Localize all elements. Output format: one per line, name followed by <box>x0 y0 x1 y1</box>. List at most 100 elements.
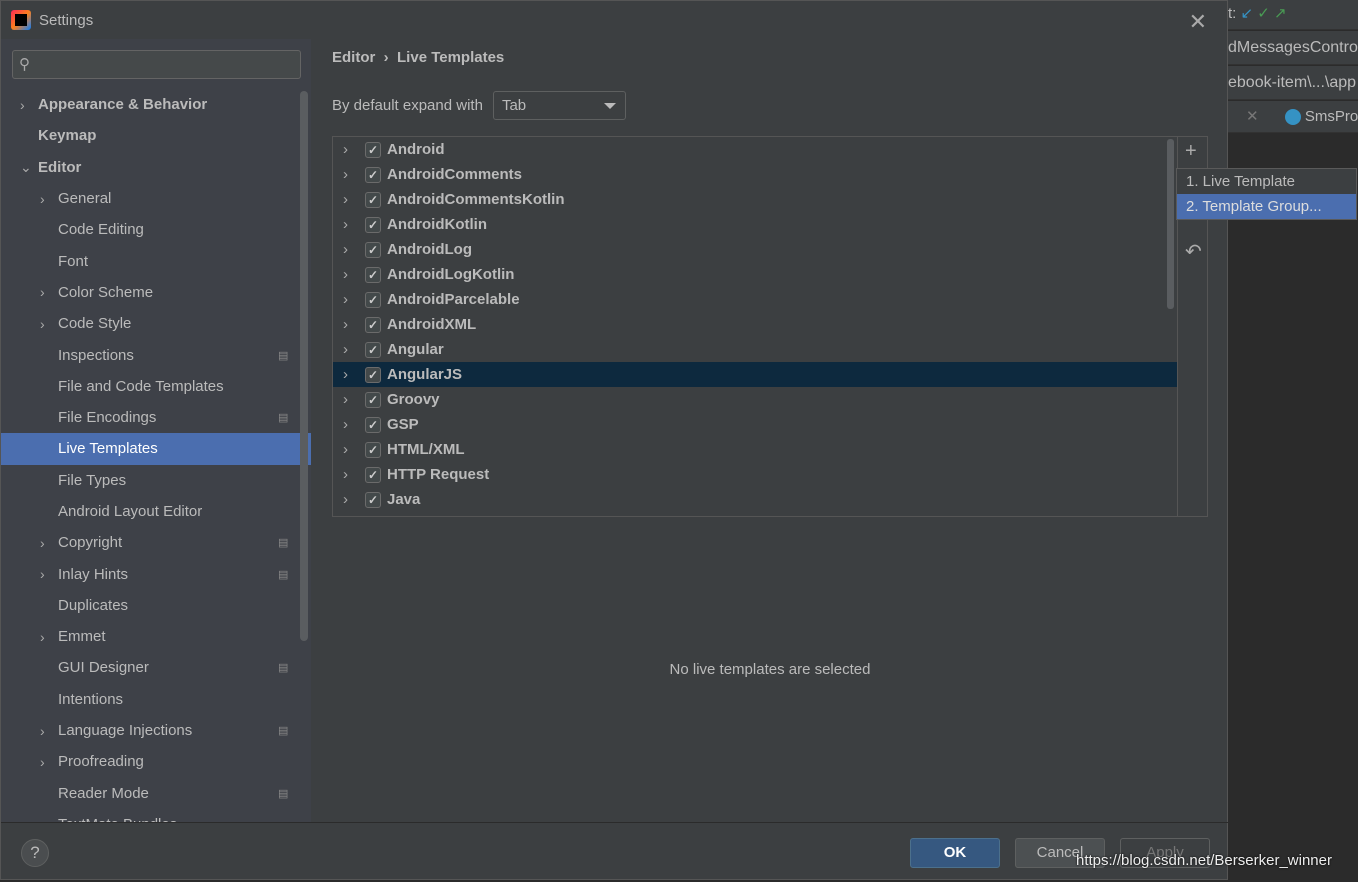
chevron-right-icon[interactable]: › <box>40 629 45 645</box>
sidebar-item[interactable]: Reader Mode ▤ <box>1 778 298 809</box>
template-group-row[interactable]: › ✓ AndroidParcelable <box>333 287 1178 312</box>
template-group-row[interactable]: › ✓ AndroidKotlin <box>333 212 1178 237</box>
chevron-right-icon[interactable]: › <box>40 723 45 739</box>
chevron-right-icon[interactable]: › <box>343 491 348 508</box>
help-button[interactable]: ? <box>21 839 49 867</box>
chevron-right-icon[interactable]: › <box>40 535 45 551</box>
group-checkbox[interactable]: ✓ <box>365 366 381 383</box>
add-icon[interactable]: + <box>1185 140 1197 163</box>
template-group-row[interactable]: › ✓ HTTP Request <box>333 462 1178 487</box>
expand-with-select[interactable]: Tab <box>492 91 626 120</box>
search-input[interactable]: ⚲ <box>12 50 301 79</box>
group-checkbox[interactable]: ✓ <box>365 191 381 208</box>
group-checkbox[interactable]: ✓ <box>365 341 381 358</box>
group-checkbox[interactable]: ✓ <box>365 266 381 283</box>
ok-button[interactable]: OK <box>910 838 1000 868</box>
chevron-right-icon[interactable]: › <box>343 216 348 233</box>
sidebar-item[interactable]: File Types <box>1 465 298 496</box>
group-checkbox[interactable]: ✓ <box>365 291 381 308</box>
sidebar-item[interactable]: File Encodings ▤ <box>1 402 298 433</box>
close-tab-icon[interactable]: ✕ <box>1246 108 1259 125</box>
sidebar-item[interactable]: Intentions <box>1 684 298 715</box>
group-checkbox[interactable]: ✓ <box>365 391 381 408</box>
push-icon[interactable]: ↗ <box>1274 5 1287 22</box>
chevron-right-icon[interactable]: › <box>343 141 348 158</box>
group-checkbox[interactable]: ✓ <box>365 166 381 183</box>
chevron-right-icon[interactable]: › <box>343 166 348 183</box>
chevron-right-icon[interactable]: › <box>40 566 45 582</box>
template-group-row[interactable]: › ✓ Android <box>333 137 1178 162</box>
chevron-right-icon[interactable]: › <box>343 341 348 358</box>
template-group-row[interactable]: › ✓ AndroidLogKotlin <box>333 262 1178 287</box>
template-group-row[interactable]: › ✓ AndroidXML <box>333 312 1178 337</box>
chevron-right-icon[interactable]: › <box>40 754 45 770</box>
group-checkbox[interactable]: ✓ <box>365 416 381 433</box>
template-group-row[interactable]: › ✓ HTML/XML <box>333 437 1178 462</box>
sidebar-item[interactable]: › Emmet <box>1 621 298 652</box>
template-group-row[interactable]: › ✓ Java <box>333 487 1178 512</box>
sidebar-item[interactable]: › Appearance & Behavior <box>1 89 298 120</box>
chevron-right-icon[interactable]: › <box>40 316 45 332</box>
sidebar-item[interactable]: › Language Injections ▤ <box>1 715 298 746</box>
breadcrumb-editor[interactable]: Editor <box>332 49 375 66</box>
template-group-row[interactable]: › ✓ AndroidComments <box>333 162 1178 187</box>
sidebar-item[interactable]: GUI Designer ▤ <box>1 652 298 683</box>
chevron-right-icon[interactable]: › <box>343 316 348 333</box>
chevron-right-icon[interactable]: › <box>343 416 348 433</box>
sidebar-item[interactable]: Font <box>1 245 298 276</box>
chevron-right-icon[interactable]: › <box>343 366 348 383</box>
sidebar-item[interactable]: Code Editing <box>1 214 298 245</box>
chevron-right-icon[interactable]: › <box>343 241 348 258</box>
group-checkbox[interactable]: ✓ <box>365 216 381 233</box>
template-group-row[interactable]: › ✓ AndroidCommentsKotlin <box>333 187 1178 212</box>
chevron-right-icon[interactable]: › <box>343 191 348 208</box>
group-checkbox[interactable]: ✓ <box>365 491 381 508</box>
chevron-right-icon[interactable]: › <box>343 466 348 483</box>
sidebar-item[interactable]: Inspections ▤ <box>1 339 298 370</box>
template-group-row[interactable]: › ✓ Angular <box>333 337 1178 362</box>
sidebar-item[interactable]: › Proofreading <box>1 746 298 777</box>
chevron-right-icon[interactable]: › <box>40 284 45 300</box>
sidebar-item[interactable]: › Inlay Hints ▤ <box>1 558 298 589</box>
sidebar-item[interactable]: TextMate Bundles <box>1 809 298 823</box>
sidebar-item[interactable]: ⌄ Editor <box>1 152 298 183</box>
template-group-row[interactable]: › ✓ Groovy <box>333 387 1178 412</box>
sidebar-item[interactable]: Android Layout Editor <box>1 496 298 527</box>
chevron-right-icon[interactable]: › <box>343 441 348 458</box>
sidebar-item[interactable]: › Code Style <box>1 308 298 339</box>
sidebar-item[interactable]: › Color Scheme <box>1 277 298 308</box>
menu-item-live-template[interactable]: 1. Live Template <box>1177 169 1356 194</box>
update-icon[interactable]: ↙ <box>1241 5 1254 22</box>
restore-icon[interactable]: ↶ <box>1185 239 1202 264</box>
sidebar-item[interactable]: › General <box>1 183 298 214</box>
commit-icon[interactable]: ✓ <box>1257 5 1270 22</box>
ide-editor-tab[interactable]: ✕ SmsPro <box>1228 101 1358 133</box>
sidebar-scrollbar[interactable] <box>300 91 308 641</box>
list-scrollbar[interactable] <box>1167 139 1174 309</box>
group-checkbox[interactable]: ✓ <box>365 316 381 333</box>
sidebar-item-label: Emmet <box>58 628 106 646</box>
group-checkbox[interactable]: ✓ <box>365 241 381 258</box>
menu-item-template-group[interactable]: 2. Template Group... <box>1177 194 1356 219</box>
group-checkbox[interactable]: ✓ <box>365 441 381 458</box>
chevron-right-icon[interactable]: › <box>343 266 348 283</box>
chevron-right-icon[interactable]: › <box>343 291 348 308</box>
group-checkbox[interactable]: ✓ <box>365 466 381 483</box>
template-group-row[interactable]: › ✓ GSP <box>333 412 1178 437</box>
expand-label: By default expand with <box>332 97 483 114</box>
sidebar-item[interactable]: Duplicates <box>1 590 298 621</box>
chevron-right-icon[interactable]: › <box>343 391 348 408</box>
close-icon[interactable]: ✕ <box>1189 9 1207 35</box>
sidebar-item[interactable]: File and Code Templates <box>1 371 298 402</box>
breadcrumb-live-templates: Live Templates <box>397 49 505 66</box>
chevron-down-icon[interactable]: ⌄ <box>20 159 32 176</box>
dialog-footer: ? OK Cancel Apply <box>1 822 1229 881</box>
template-group-row[interactable]: › ✓ AndroidLog <box>333 237 1178 262</box>
chevron-right-icon[interactable]: › <box>40 191 45 207</box>
sidebar-item[interactable]: › Copyright ▤ <box>1 527 298 558</box>
chevron-right-icon[interactable]: › <box>20 97 25 113</box>
sidebar-item[interactable]: Live Templates <box>1 433 311 465</box>
group-checkbox[interactable]: ✓ <box>365 141 381 158</box>
template-group-row[interactable]: › ✓ AngularJS <box>333 362 1178 387</box>
sidebar-item[interactable]: Keymap <box>1 120 298 151</box>
